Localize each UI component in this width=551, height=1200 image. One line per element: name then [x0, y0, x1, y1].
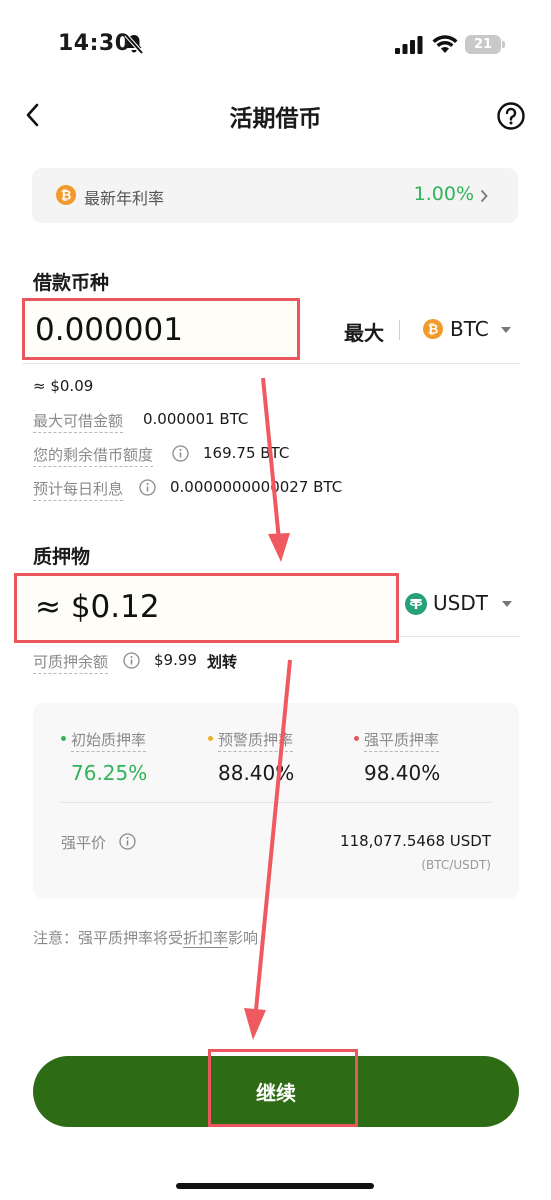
note-prefix: 注意：强平质押率将受 [33, 929, 184, 947]
continue-highlight-box [208, 1049, 358, 1127]
daily-interest-value: 0.0000000000027 BTC [170, 478, 343, 496]
borrow-amount-value: 0.000001 [35, 312, 183, 348]
initial-ratio-value: 76.25% [71, 761, 148, 785]
rate-value: 1.00% [413, 183, 474, 205]
caret-down-icon[interactable] [501, 327, 511, 333]
liquidation-ratio-label: 强平质押率 [364, 729, 440, 752]
note-suffix: 影响 [228, 929, 259, 947]
daily-interest-label: 预计每日利息 [33, 478, 124, 501]
svg-text:₿: ₿ [428, 323, 439, 338]
borrow-amount-input[interactable]: 0.000001 [22, 298, 300, 360]
rate-label: 最新年利率 [84, 189, 165, 208]
divider [399, 320, 400, 340]
discount-rate-link[interactable]: 折扣率 [183, 929, 229, 948]
svg-text:₿: ₿ [61, 189, 72, 204]
collateral-coin-selector[interactable]: USDT [433, 591, 488, 615]
info-icon[interactable] [172, 445, 189, 462]
available-collateral-label: 可质押余额 [33, 651, 109, 674]
bitcoin-icon: ₿ [56, 185, 76, 205]
collateral-ratio-card: 初始质押率 76.25% 预警质押率 88.40% 强平质押率 98.40% 强… [33, 703, 519, 899]
borrow-coin-section-label: 借款币种 [33, 272, 110, 294]
wifi-icon [432, 35, 458, 53]
liquidation-price-label: 强平价 [61, 834, 107, 852]
collateral-amount-value: ≈ $0.12 [35, 589, 160, 625]
discount-rate-note: 注意：强平质押率将受折扣率影响 [33, 927, 258, 948]
max-borrow-value: 0.000001 BTC [143, 410, 249, 428]
status-bar: 14:30 21 [0, 0, 551, 90]
transfer-link[interactable]: 划转 [207, 651, 237, 672]
cellular-signal-icon [395, 36, 423, 54]
page-title: 活期借币 [229, 106, 322, 132]
latest-rate-banner[interactable]: ₿ 最新年利率 1.00% [32, 168, 518, 223]
info-icon[interactable] [119, 833, 136, 850]
help-icon[interactable] [496, 101, 526, 131]
usdt-icon[interactable] [405, 593, 427, 615]
warning-ratio-label: 预警质押率 [218, 729, 294, 752]
collateral-amount-row: ≈ $0.12 USDT [14, 573, 520, 643]
bitcoin-icon[interactable]: ₿ [423, 319, 443, 339]
max-button[interactable]: 最大 [344, 317, 384, 346]
status-dot [354, 736, 359, 741]
warning-ratio-value: 88.40% [218, 761, 295, 785]
info-icon[interactable] [123, 652, 140, 669]
battery-level: 21 [473, 37, 493, 52]
status-dot [208, 736, 213, 741]
home-indicator [176, 1183, 374, 1189]
collateral-amount-input[interactable]: ≈ $0.12 [14, 573, 399, 643]
status-dot [61, 736, 66, 741]
liquidation-price-pair: (BTC/USDT) [421, 858, 491, 872]
bell-muted-icon [124, 33, 144, 55]
chevron-right-icon [480, 189, 488, 203]
divider [61, 802, 491, 803]
remaining-quota-value: 169.75 BTC [203, 444, 290, 462]
liquidation-price-value: 118,077.5468 USDT [340, 832, 491, 850]
remaining-quota-label: 您的剩余借币额度 [33, 444, 154, 467]
caret-down-icon[interactable] [502, 601, 512, 607]
max-borrow-label: 最大可借金额 [33, 410, 124, 433]
borrow-usd-value: ≈ $0.09 [33, 377, 94, 395]
borrow-coin-selector[interactable]: BTC [450, 317, 489, 341]
info-icon[interactable] [139, 479, 156, 496]
borrow-amount-row: 0.000001 最大 ₿ BTC [22, 298, 520, 364]
liquidation-ratio-value: 98.40% [364, 761, 441, 785]
collateral-section-label: 质押物 [33, 546, 91, 568]
battery-indicator: 21 [465, 35, 505, 54]
status-time: 14:30 [58, 31, 131, 56]
initial-ratio-label: 初始质押率 [71, 729, 147, 752]
available-collateral-value: $9.99 [154, 651, 197, 669]
